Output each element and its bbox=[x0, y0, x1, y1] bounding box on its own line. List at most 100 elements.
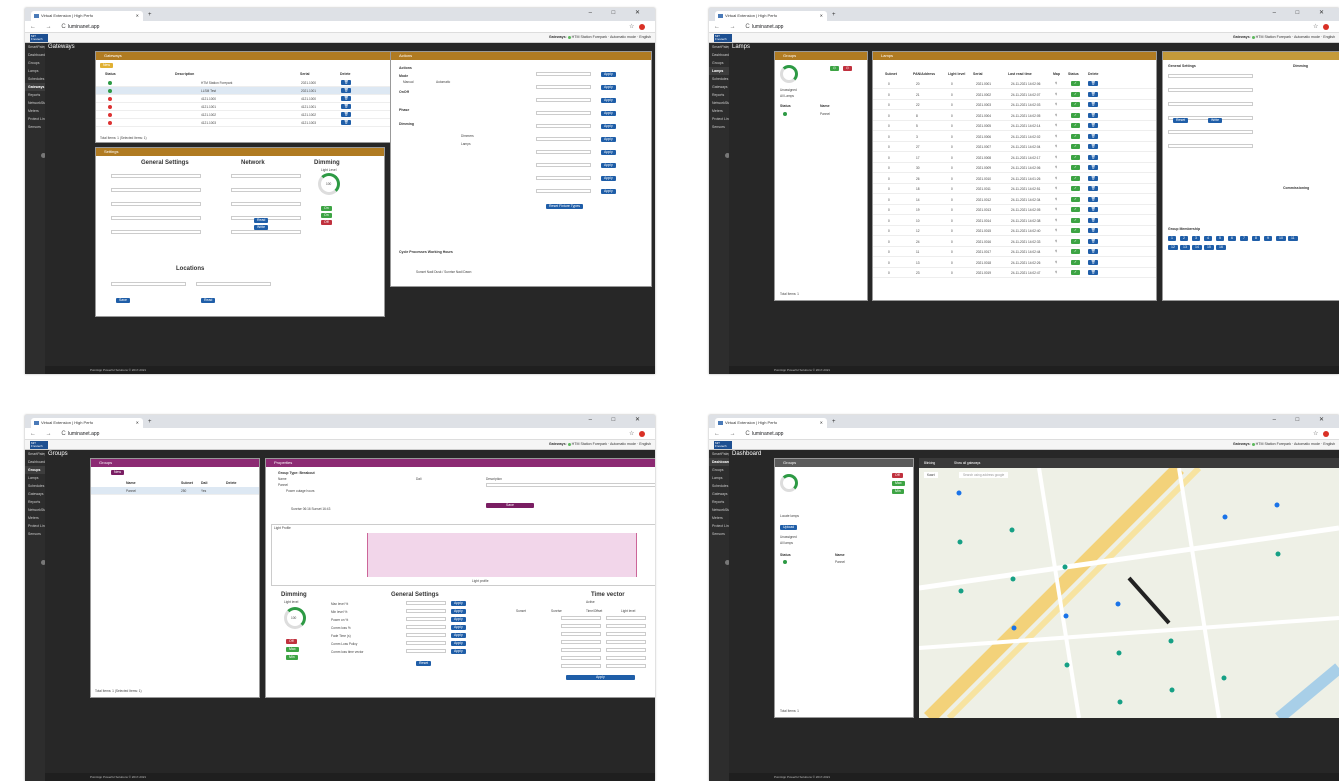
delete-button[interactable]: 🗑 bbox=[1088, 133, 1099, 139]
language-selector[interactable]: English bbox=[639, 442, 651, 446]
column-header[interactable]: Description bbox=[175, 72, 194, 76]
delete-button[interactable]: 🗑 bbox=[1088, 112, 1099, 118]
map-poi-icon[interactable] bbox=[1009, 527, 1015, 533]
map-poi-icon[interactable] bbox=[1117, 699, 1123, 705]
sidebar-item[interactable]: Protect Line bbox=[709, 522, 729, 530]
close-icon[interactable]: ✕ bbox=[820, 418, 823, 428]
sidebar-item[interactable]: Dashboard bbox=[25, 51, 45, 59]
sidebar-item[interactable]: Sensors bbox=[25, 530, 45, 538]
sidebar-item[interactable]: NetworkStats bbox=[709, 99, 729, 107]
level-input[interactable] bbox=[536, 98, 591, 102]
gateway-selector[interactable]: Gateways: HTM Station Forepark · Automat… bbox=[549, 442, 651, 446]
table-row[interactable]: 0 24 0 2021.0016 24-11-2021 14:02:33 ✓ 🗑 ⚲ bbox=[873, 237, 1156, 247]
map-pin-icon[interactable]: ⚲ bbox=[1055, 102, 1057, 106]
window-controls[interactable]: – □ ✕ bbox=[1273, 9, 1333, 16]
apply-button[interactable]: Apply bbox=[601, 72, 616, 77]
delete-button[interactable]: 🗑 bbox=[341, 88, 352, 93]
status-button[interactable]: ✓ bbox=[1071, 259, 1080, 265]
sidebar-item[interactable]: SmartPalegison bbox=[25, 450, 45, 458]
sidebar-item[interactable]: Reports bbox=[709, 91, 729, 99]
table-row[interactable]: 0 17 0 2021.0008 24-11-2021 14:02:17 ✓ 🗑 ⚲ bbox=[873, 153, 1156, 163]
setting-input[interactable] bbox=[406, 625, 446, 629]
map-poi-icon[interactable] bbox=[1062, 564, 1068, 570]
new-tab-button[interactable]: + bbox=[148, 11, 152, 19]
sidebar-item[interactable]: Protect Line bbox=[709, 115, 729, 123]
dimming-button[interactable]: Max bbox=[286, 647, 299, 652]
window-controls[interactable]: – □ ✕ bbox=[589, 9, 649, 16]
sidebar-item[interactable]: Schedules bbox=[25, 75, 45, 83]
sidebar-item[interactable]: Groups bbox=[709, 59, 729, 67]
delete-button[interactable]: 🗑 bbox=[1088, 144, 1099, 149]
close-icon[interactable]: ✕ bbox=[136, 11, 139, 21]
dimmers-checkbox[interactable]: Dimmers bbox=[461, 134, 474, 138]
delete-button[interactable]: 🗑 bbox=[341, 120, 352, 125]
column-header[interactable]: Subnet bbox=[181, 481, 193, 485]
reset-button[interactable]: Reset bbox=[416, 661, 432, 666]
map-pin-icon[interactable]: ⚲ bbox=[1055, 239, 1057, 243]
table-row[interactable]: 0 8 0 2021.0004 24-11-2021 14:02:05 ✓ 🗑 ⚲ bbox=[873, 111, 1156, 121]
apply-button[interactable]: Apply bbox=[601, 85, 616, 90]
column-header[interactable]: Status bbox=[105, 72, 116, 76]
sidebar-item[interactable]: Dashboard bbox=[25, 458, 45, 466]
time-input[interactable] bbox=[561, 640, 601, 644]
sidebar-item[interactable]: Dashboard bbox=[709, 51, 729, 59]
status-button[interactable]: ✓ bbox=[1071, 186, 1080, 191]
table-row[interactable]: 0 14 0 2021.0012 24-11-2021 14:02:34 ✓ 🗑 ⚲ bbox=[873, 195, 1156, 205]
description-input[interactable] bbox=[486, 483, 655, 487]
map-poi-icon[interactable] bbox=[1010, 576, 1016, 582]
settings-input[interactable] bbox=[111, 188, 201, 192]
map-poi-icon[interactable] bbox=[1168, 638, 1174, 644]
settings-input[interactable] bbox=[111, 216, 201, 220]
settings-input[interactable] bbox=[1168, 102, 1253, 106]
map-poi-icon[interactable] bbox=[1011, 625, 1017, 631]
browser-tab[interactable]: Virtual Extension | High Perfo ✕ bbox=[715, 11, 827, 21]
map-pin-icon[interactable]: ⚲ bbox=[1055, 123, 1057, 127]
apply-button[interactable]: Apply bbox=[601, 137, 616, 142]
column-header[interactable]: Delete bbox=[340, 72, 351, 76]
power-outage-checkbox[interactable]: Power outage hours bbox=[286, 489, 315, 493]
delete-button[interactable]: 🗑 bbox=[1088, 102, 1099, 107]
delete-button[interactable]: 🗑 bbox=[1088, 165, 1099, 170]
sidebar-item[interactable]: Lamps bbox=[709, 474, 729, 482]
group-number-button[interactable]: 15 bbox=[1204, 245, 1214, 250]
table-row[interactable]: 0 13 0 2021.0018 24-11-2021 14:02:26 ✓ 🗑 ⚲ bbox=[873, 258, 1156, 268]
off-button[interactable]: Off bbox=[321, 220, 332, 225]
star-icon[interactable]: ☆ bbox=[1313, 430, 1318, 438]
star-icon[interactable]: ☆ bbox=[1313, 23, 1318, 31]
map-pin-icon[interactable]: ⚲ bbox=[1055, 134, 1057, 138]
apply-button[interactable]: Apply bbox=[601, 163, 616, 168]
delete-button[interactable]: 🗑 bbox=[1088, 249, 1099, 254]
apply-button[interactable]: Apply bbox=[451, 625, 466, 630]
level-input[interactable] bbox=[536, 124, 591, 128]
column-header[interactable]: Status bbox=[1068, 72, 1079, 76]
sidebar-item[interactable]: Protect Line bbox=[25, 522, 45, 530]
map-poi-icon[interactable] bbox=[1064, 662, 1070, 668]
sidebar-item[interactable]: Reports bbox=[25, 91, 45, 99]
active-checkbox[interactable]: Active bbox=[586, 600, 595, 604]
sidebar-item[interactable]: Gateways bbox=[25, 83, 45, 91]
map-poi-icon[interactable] bbox=[1116, 650, 1122, 656]
lamps-checkbox[interactable]: Lamps bbox=[461, 142, 471, 146]
setting-input[interactable] bbox=[406, 617, 446, 621]
column-header[interactable]: Delete bbox=[226, 481, 237, 485]
level-input[interactable] bbox=[606, 664, 646, 668]
write-button[interactable]: Write bbox=[1208, 118, 1223, 123]
map-pin-icon[interactable]: ⚲ bbox=[1055, 228, 1057, 232]
sidebar-item[interactable]: Meters bbox=[25, 514, 45, 522]
language-selector[interactable]: English bbox=[1323, 442, 1335, 446]
blinking-toggle[interactable]: Blinking bbox=[924, 461, 935, 465]
level-input[interactable] bbox=[606, 648, 646, 652]
map-pin-icon[interactable]: ⚲ bbox=[1055, 270, 1057, 274]
group-number-button[interactable]: 6 bbox=[1228, 236, 1236, 241]
sidebar-item[interactable]: Groups bbox=[25, 466, 45, 474]
table-row[interactable]: 0 20 0 2021.0001 24-11-2021 14:02:06 ✓ 🗑 ⚲ bbox=[873, 79, 1156, 89]
table-row[interactable]: 0 19 0 2021.0013 24-11-2021 14:02:05 ✓ 🗑 ⚲ bbox=[873, 205, 1156, 215]
nav-buttons[interactable]: ← → C bbox=[30, 22, 70, 32]
dimming-button[interactable]: Max bbox=[892, 481, 905, 486]
sidebar-item[interactable]: Schedules bbox=[25, 482, 45, 490]
map-poi-icon[interactable] bbox=[958, 588, 964, 594]
delete-button[interactable]: 🗑 bbox=[1088, 91, 1099, 97]
status-button[interactable]: ✓ bbox=[1071, 217, 1080, 223]
network-input[interactable] bbox=[231, 202, 301, 206]
level-input[interactable] bbox=[536, 72, 591, 76]
